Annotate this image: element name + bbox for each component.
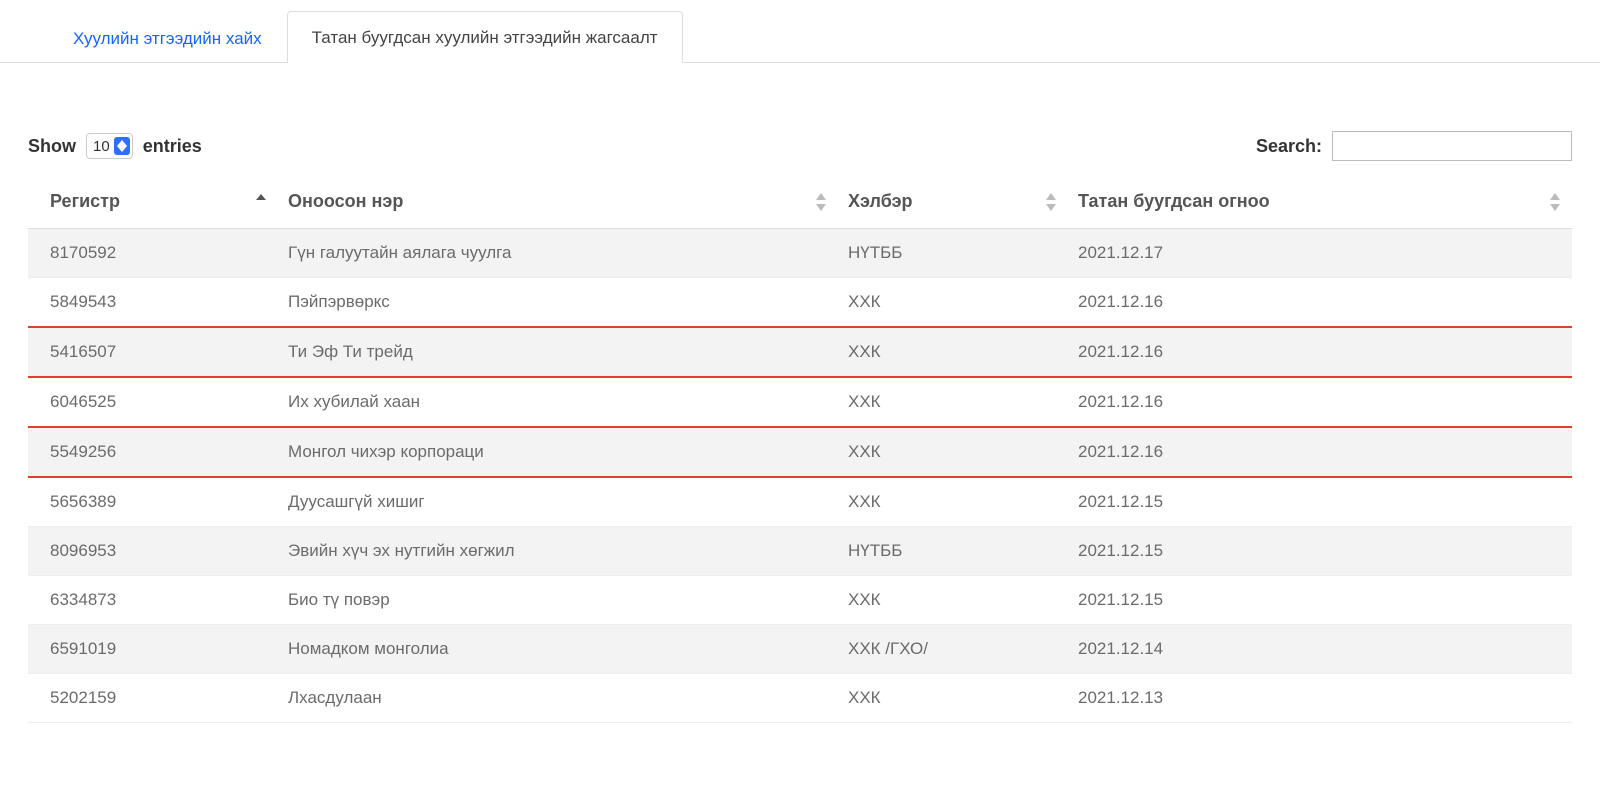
cell-reg: 6334873 [28,576,278,625]
cell-date: 2021.12.13 [1068,674,1572,723]
sort-both-icon [1548,191,1562,213]
cell-form: ХХК [838,427,1068,477]
cell-name: Био тү повэр [278,576,838,625]
sort-both-icon [814,191,828,213]
sort-asc-icon [254,191,268,213]
page-size-control: Show 10 entries [28,133,202,159]
toolbar: Show 10 entries Search: [28,131,1572,161]
show-label: Show [28,136,76,157]
data-table: Регистр Оноосон нэр Хэлбэр [28,175,1572,723]
entries-label: entries [143,136,202,157]
sort-both-icon [1044,191,1058,213]
cell-reg: 6046525 [28,377,278,427]
cell-name: Их хубилай хаан [278,377,838,427]
cell-name: Пэйпэрвөркс [278,278,838,328]
cell-date: 2021.12.16 [1068,278,1572,328]
cell-date: 2021.12.16 [1068,427,1572,477]
col-form[interactable]: Хэлбэр [838,175,1068,229]
search-control: Search: [1256,131,1572,161]
table-row[interactable]: 8170592Гүн галуутайн аялага чуулгаНҮТББ2… [28,229,1572,278]
select-arrows-icon [114,137,130,155]
cell-form: НҮТББ [838,527,1068,576]
cell-name: Дуусашгүй хишиг [278,477,838,527]
table-row[interactable]: 5416507Ти Эф Ти трейдХХК2021.12.16 [28,327,1572,377]
col-register[interactable]: Регистр [28,175,278,229]
cell-name: Номадком монголиа [278,625,838,674]
col-register-label: Регистр [50,191,120,211]
cell-reg: 6591019 [28,625,278,674]
col-date[interactable]: Татан буугдсан огноо [1068,175,1572,229]
page-size-select[interactable]: 10 [86,133,133,159]
col-name[interactable]: Оноосон нэр [278,175,838,229]
cell-reg: 5849543 [28,278,278,328]
cell-reg: 8096953 [28,527,278,576]
cell-name: Эвийн хүч эх нутгийн хөгжил [278,527,838,576]
search-label: Search: [1256,136,1322,157]
cell-date: 2021.12.15 [1068,477,1572,527]
cell-form: ХХК [838,278,1068,328]
cell-name: Ти Эф Ти трейд [278,327,838,377]
cell-form: ХХК [838,674,1068,723]
cell-reg: 5416507 [28,327,278,377]
cell-form: ХХК /ГХО/ [838,625,1068,674]
cell-form: ХХК [838,377,1068,427]
col-name-label: Оноосон нэр [288,191,403,211]
table-row[interactable]: 6334873Био тү повэрХХК2021.12.15 [28,576,1572,625]
tab-dissolved[interactable]: Татан буугдсан хуулийн этгээдийн жагсаал… [287,11,683,63]
cell-date: 2021.12.16 [1068,327,1572,377]
cell-form: ХХК [838,477,1068,527]
content: Show 10 entries Search: Регистр [0,63,1600,723]
table-row[interactable]: 8096953Эвийн хүч эх нутгийн хөгжилНҮТББ2… [28,527,1572,576]
cell-name: Монгол чихэр корпораци [278,427,838,477]
cell-reg: 5656389 [28,477,278,527]
table-row[interactable]: 5656389Дуусашгүй хишигХХК2021.12.15 [28,477,1572,527]
table-row[interactable]: 6591019Номадком монголиаХХК /ГХО/2021.12… [28,625,1572,674]
search-input[interactable] [1332,131,1572,161]
cell-reg: 5549256 [28,427,278,477]
tabs: Хуулийн этгээдийн хайх Татан буугдсан ху… [0,10,1600,63]
tab-search[interactable]: Хуулийн этгээдийн хайх [48,12,287,63]
cell-reg: 5202159 [28,674,278,723]
cell-reg: 8170592 [28,229,278,278]
page-size-value: 10 [93,138,110,155]
cell-date: 2021.12.15 [1068,527,1572,576]
cell-date: 2021.12.14 [1068,625,1572,674]
cell-form: ХХК [838,327,1068,377]
table-row[interactable]: 5202159ЛхасдулаанХХК2021.12.13 [28,674,1572,723]
col-form-label: Хэлбэр [848,191,913,211]
table-row[interactable]: 5549256Монгол чихэр корпорациХХК2021.12.… [28,427,1572,477]
table-row[interactable]: 6046525Их хубилай хаанХХК2021.12.16 [28,377,1572,427]
cell-form: НҮТББ [838,229,1068,278]
col-date-label: Татан буугдсан огноо [1078,191,1270,211]
cell-date: 2021.12.15 [1068,576,1572,625]
table-row[interactable]: 5849543ПэйпэрвөрксХХК2021.12.16 [28,278,1572,328]
cell-date: 2021.12.17 [1068,229,1572,278]
cell-form: ХХК [838,576,1068,625]
cell-date: 2021.12.16 [1068,377,1572,427]
cell-name: Гүн галуутайн аялага чуулга [278,229,838,278]
cell-name: Лхасдулаан [278,674,838,723]
